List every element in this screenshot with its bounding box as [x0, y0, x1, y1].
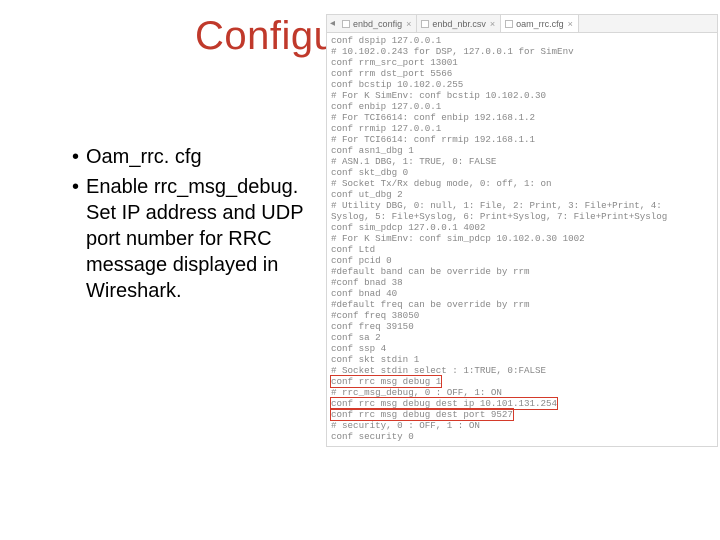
code-line: #conf freq 38050: [331, 310, 713, 321]
bullet-list: • Oam_rrc. cfg • Enable rrc_msg_debug. S…: [72, 144, 324, 308]
code-line: conf rrmip 127.0.0.1: [331, 123, 713, 134]
tab-label: oam_rrc.cfg: [516, 19, 564, 29]
file-icon: [342, 20, 350, 28]
code-line: conf rrc msg debug 1: [331, 376, 713, 387]
code-line: #conf bnad 38: [331, 277, 713, 288]
highlight-box: conf rrc msg debug dest port 9527: [331, 409, 513, 420]
close-icon[interactable]: ×: [489, 19, 496, 29]
tab-label: enbd_nbr.csv: [432, 19, 486, 29]
code-line: conf asn1_dbg 1: [331, 145, 713, 156]
page-title: Configu: [195, 14, 336, 59]
code-line: # rrc_msg_debug, 0 : OFF, 1: ON: [331, 387, 713, 398]
code-line: conf Ltd: [331, 244, 713, 255]
code-line: # For K SimEnv: conf sim_pdcp 10.102.0.3…: [331, 233, 713, 244]
code-line: # ASN.1 DBG, 1: TRUE, 0: FALSE: [331, 156, 713, 167]
code-line: # For K SimEnv: conf bcstip 10.102.0.30: [331, 90, 713, 101]
code-line: #default band can be override by rrm: [331, 266, 713, 277]
code-line: conf sa 2: [331, 332, 713, 343]
tab-oam-rrc[interactable]: oam_rrc.cfg ×: [501, 15, 579, 32]
code-line: Syslog, 5: File+Syslog, 6: Print+Syslog,…: [331, 211, 713, 222]
list-item: • Oam_rrc. cfg: [72, 144, 324, 170]
chevron-left-icon[interactable]: ◂: [327, 18, 338, 29]
code-body: conf dspip 127.0.0.1# 10.102.0.243 for D…: [327, 33, 717, 446]
code-line: conf bcstip 10.102.0.255: [331, 79, 713, 90]
tab-enbd-nbr[interactable]: enbd_nbr.csv ×: [417, 15, 501, 32]
code-line: # Socket stdin select : 1:TRUE, 0:FALSE: [331, 365, 713, 376]
code-line: conf skt_dbg 0: [331, 167, 713, 178]
bullet-dot-icon: •: [72, 144, 86, 170]
tab-label: enbd_config: [353, 19, 402, 29]
code-line: conf bnad 40: [331, 288, 713, 299]
code-line: #default freq can be override by rrm: [331, 299, 713, 310]
code-line: conf pcid 0: [331, 255, 713, 266]
code-line: # 10.102.0.243 for DSP, 127.0.0.1 for Si…: [331, 46, 713, 57]
code-line: conf sim_pdcp 127.0.0.1 4002: [331, 222, 713, 233]
file-icon: [421, 20, 429, 28]
code-line: conf freq 39150: [331, 321, 713, 332]
editor-pane: ◂ enbd_config × enbd_nbr.csv × oam_rrc.c…: [326, 14, 718, 447]
code-line: conf rrc msg debug dest port 9527: [331, 409, 713, 420]
code-line: conf rrm dst_port 5566: [331, 68, 713, 79]
code-line: # Utility DBG, 0: null, 1: File, 2: Prin…: [331, 200, 713, 211]
list-item-label: Enable rrc_msg_debug. Set IP address and…: [86, 174, 324, 304]
code-line: conf enbip 127.0.0.1: [331, 101, 713, 112]
highlight-box: conf rrc msg debug dest ip 10.101.131.25…: [331, 398, 557, 409]
close-icon[interactable]: ×: [405, 19, 412, 29]
highlight-box: conf rrc msg debug 1: [331, 376, 441, 387]
tab-bar: ◂ enbd_config × enbd_nbr.csv × oam_rrc.c…: [327, 15, 717, 33]
code-line: conf rrm_src_port 13001: [331, 57, 713, 68]
list-item: • Enable rrc_msg_debug. Set IP address a…: [72, 174, 324, 304]
code-line: # security, 0 : OFF, 1 : ON: [331, 420, 713, 431]
code-line: conf rrc msg debug dest ip 10.101.131.25…: [331, 398, 713, 409]
code-line: # For TCI6614: conf enbip 192.168.1.2: [331, 112, 713, 123]
bullet-dot-icon: •: [72, 174, 86, 304]
file-icon: [505, 20, 513, 28]
code-line: conf security 0: [331, 431, 713, 442]
tab-enbd-config[interactable]: enbd_config ×: [338, 15, 417, 32]
code-line: # For TCI6614: conf rrmip 192.168.1.1: [331, 134, 713, 145]
code-line: conf dspip 127.0.0.1: [331, 35, 713, 46]
close-icon[interactable]: ×: [567, 19, 574, 29]
code-line: conf ut_dbg 2: [331, 189, 713, 200]
code-line: conf skt stdin 1: [331, 354, 713, 365]
list-item-label: Oam_rrc. cfg: [86, 144, 324, 170]
code-line: # Socket Tx/Rx debug mode, 0: off, 1: on: [331, 178, 713, 189]
code-line: conf ssp 4: [331, 343, 713, 354]
